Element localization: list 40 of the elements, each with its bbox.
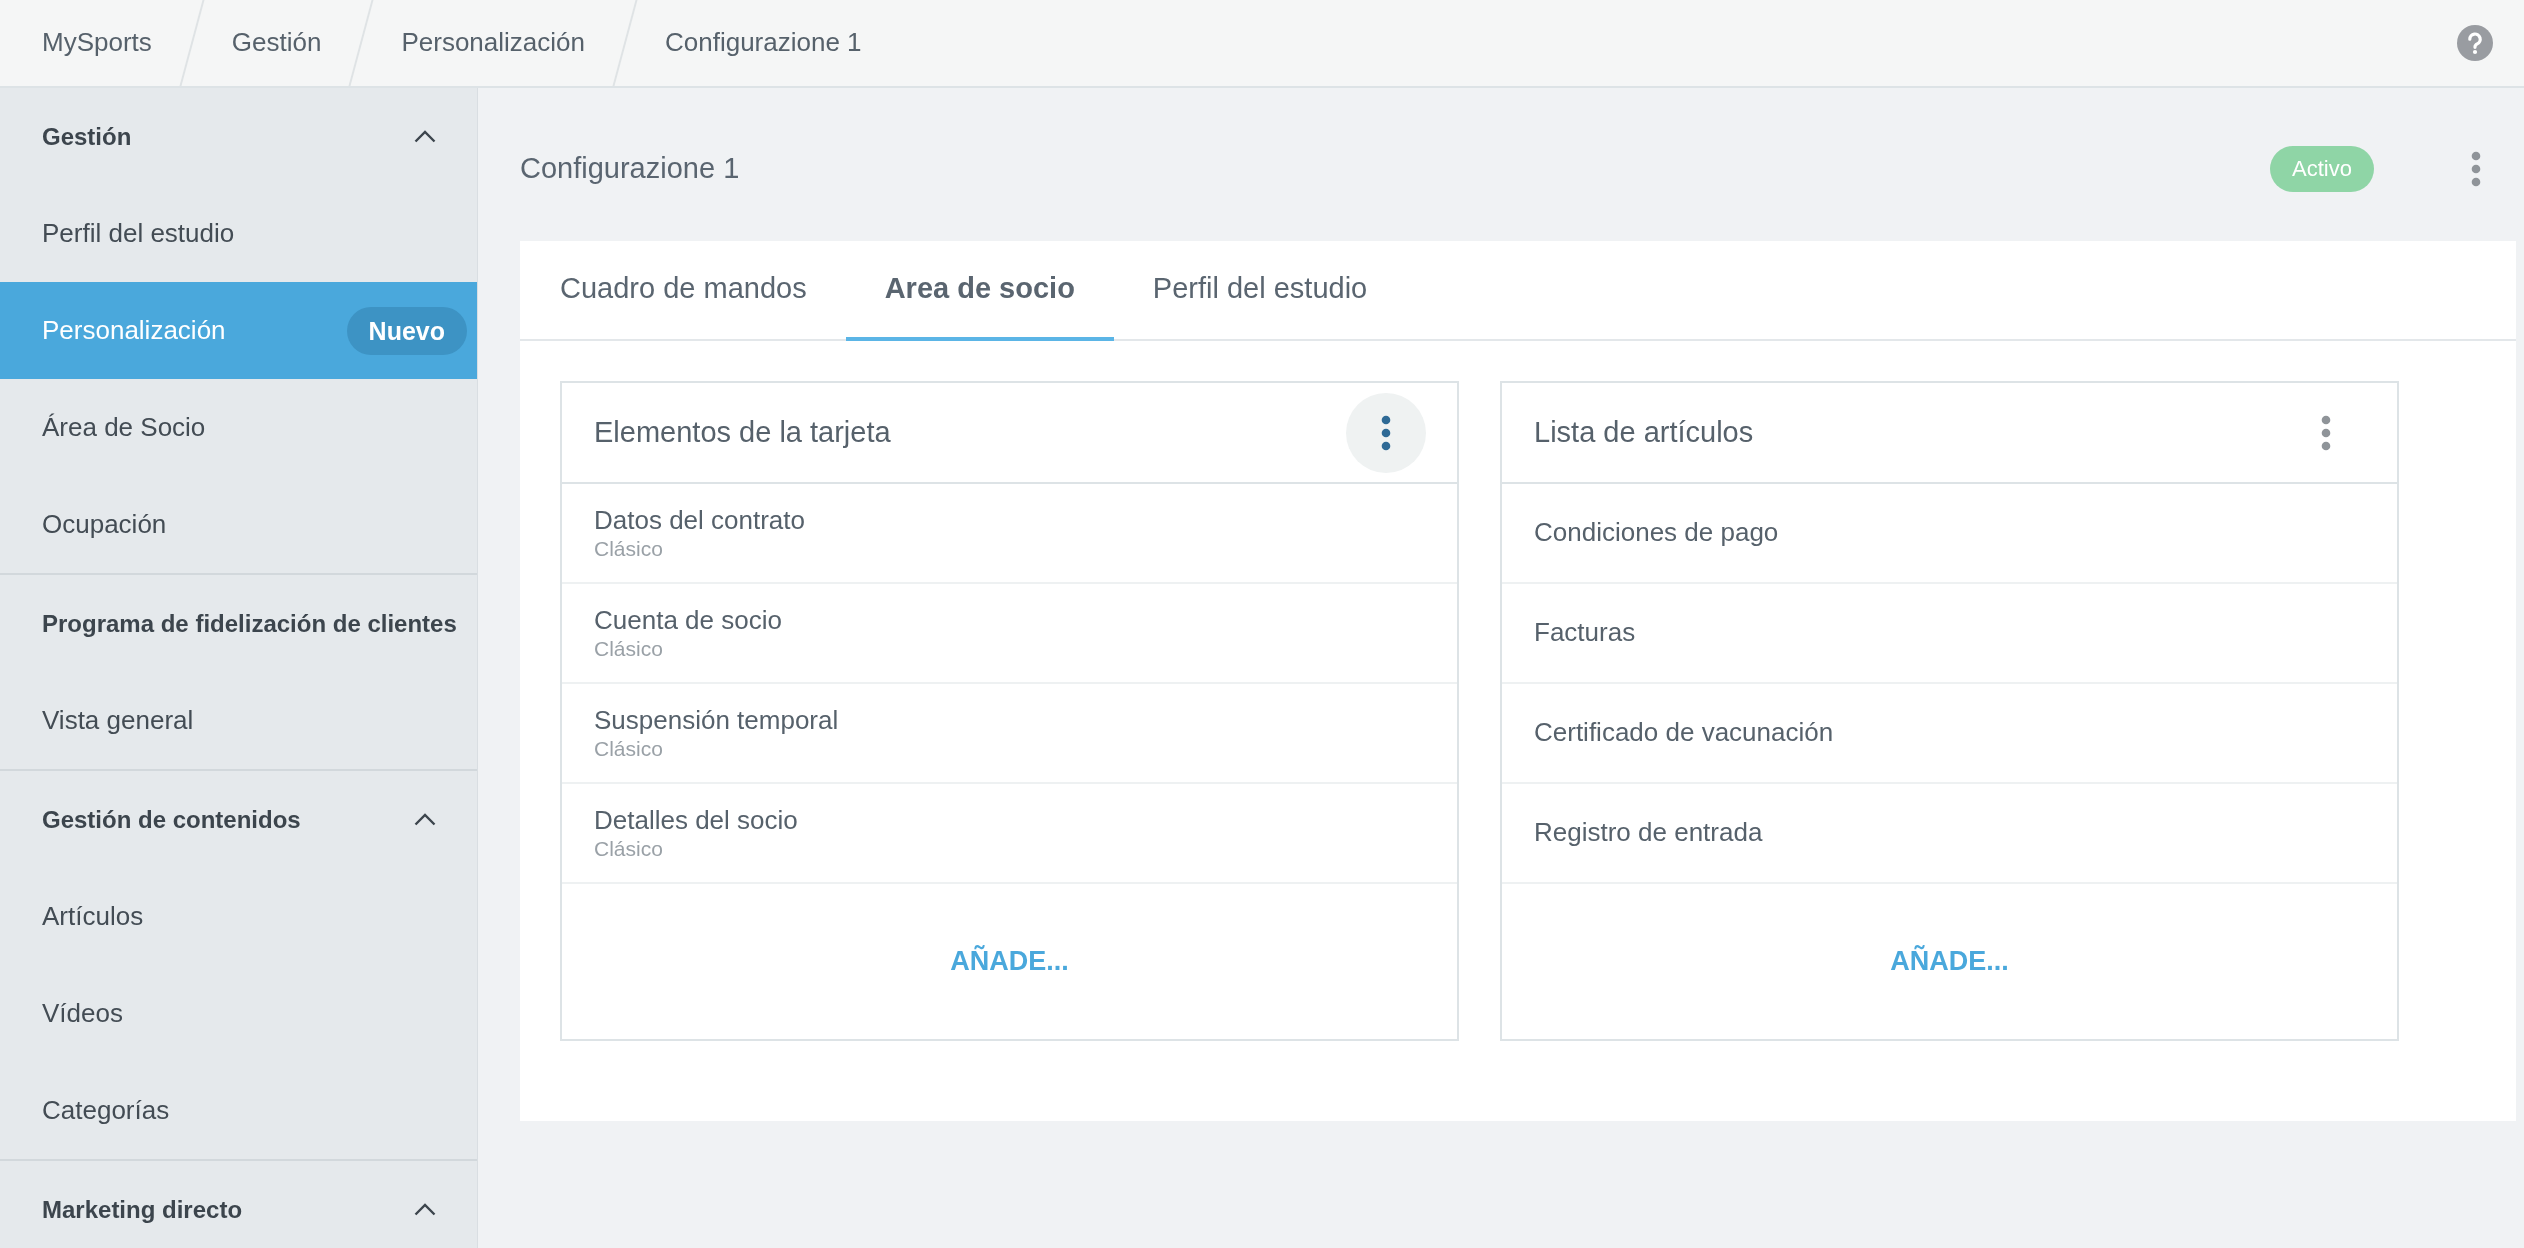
current-page-label: Configurazione 1 bbox=[664, 27, 863, 59]
section-toggle[interactable]: Gestión bbox=[0, 88, 477, 185]
panel-title: Elementos de la tarjeta bbox=[594, 414, 891, 450]
panel-title: Lista de artículos bbox=[1534, 414, 1754, 450]
page-title: Configurazione 1 bbox=[520, 151, 740, 187]
sidebar-item[interactable]: Artículos bbox=[0, 868, 477, 965]
sidebar-item[interactable]: Vídeos bbox=[0, 965, 477, 1062]
new-badge: Nuevo bbox=[346, 306, 467, 355]
item-title[interactable]: Condiciones de pago bbox=[1534, 517, 1779, 549]
sidebar-item[interactable]: Vista general bbox=[0, 672, 477, 769]
vertical-dots-icon bbox=[2321, 414, 2331, 451]
breadcrumb-link[interactable]: Personalización bbox=[373, 27, 613, 59]
item-title[interactable]: Detalles del socio bbox=[594, 804, 798, 836]
sidebar-item[interactable]: Categorías bbox=[0, 1062, 477, 1159]
sidebar-item[interactable]: Perfil del estudio bbox=[0, 185, 477, 282]
tab[interactable]: Cuadro de mandos bbox=[520, 241, 846, 341]
tab[interactable]: Perfil del estudio bbox=[1113, 241, 1407, 341]
item-title[interactable]: Cuenta de socio bbox=[594, 604, 782, 636]
vertical-dots-icon bbox=[2471, 151, 2481, 187]
item-title[interactable]: Suspensión temporal bbox=[594, 704, 839, 736]
sidebar-item[interactable]: Área de Socio bbox=[0, 379, 477, 476]
vertical-dots-icon bbox=[1381, 414, 1391, 451]
item-subtitle: Clásico bbox=[594, 836, 663, 862]
item-title[interactable]: Facturas bbox=[1534, 617, 1636, 649]
item-title[interactable]: Datos del contrato bbox=[594, 504, 805, 536]
tab[interactable]: Area de socio bbox=[845, 241, 1114, 341]
item-title[interactable]: Certificado de vacunación bbox=[1534, 717, 1834, 749]
item-subtitle: Clásico bbox=[594, 636, 663, 662]
sidebar-item[interactable]: Personalización Nuevo bbox=[0, 282, 477, 379]
breadcrumb-link[interactable]: Gestión bbox=[203, 27, 350, 59]
item-subtitle: Clásico bbox=[594, 536, 663, 562]
item-subtitle: Clásico bbox=[594, 736, 663, 762]
breadcrumb-link[interactable]: MySports bbox=[0, 27, 180, 59]
section-toggle[interactable]: Programa de fidelización de clientes bbox=[0, 575, 477, 672]
section-toggle[interactable]: Gestión de contenidos bbox=[0, 771, 477, 868]
item-title[interactable]: Registro de entrada bbox=[1534, 817, 1763, 849]
sidebar-item[interactable]: Ocupación bbox=[0, 476, 477, 573]
help-icon[interactable] bbox=[2457, 25, 2493, 61]
status-badge: Activo bbox=[2270, 146, 2374, 192]
section-toggle[interactable]: Marketing directo bbox=[0, 1161, 477, 1248]
